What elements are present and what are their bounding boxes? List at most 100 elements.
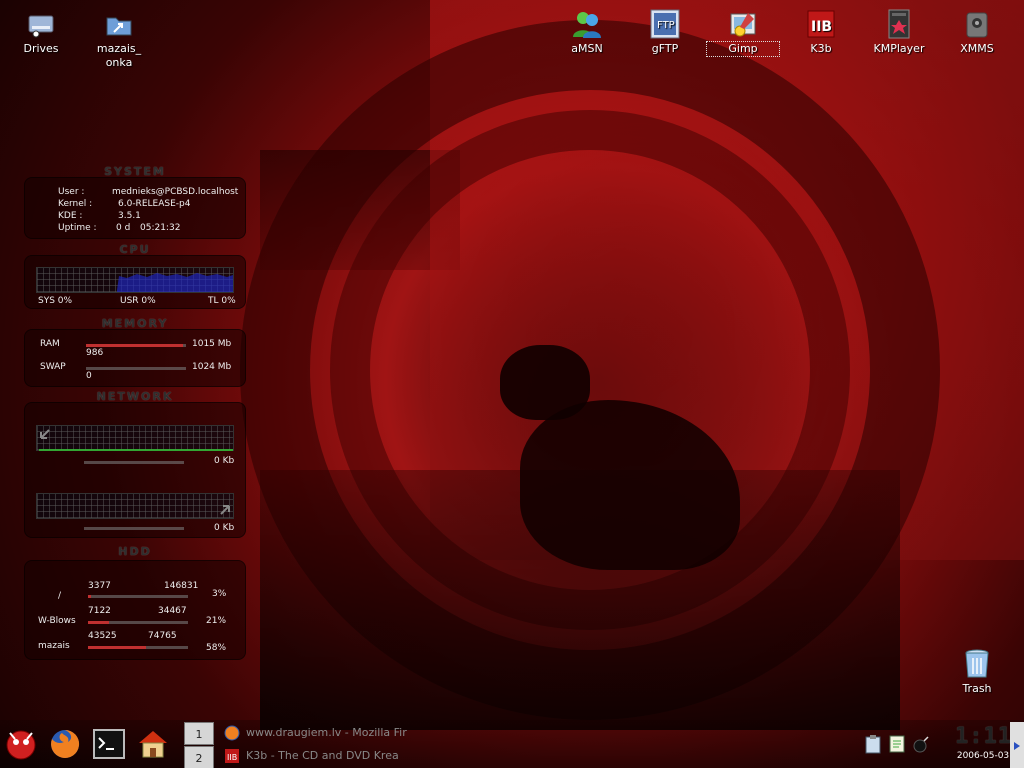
cpu-graph bbox=[36, 267, 234, 293]
virtual-desktop-1[interactable]: 1 bbox=[184, 722, 214, 745]
uptime-label: Uptime : bbox=[58, 223, 97, 233]
cpu-tl: TL 0% bbox=[208, 296, 236, 306]
swap-bar bbox=[86, 367, 186, 370]
disk-root-bar bbox=[88, 595, 188, 598]
disk-mazais-bar-fill bbox=[88, 646, 146, 649]
disk-mazais-pct: 58% bbox=[206, 643, 227, 653]
bsd-daemon-icon bbox=[4, 727, 38, 764]
svg-text:IIB: IIB bbox=[227, 753, 237, 762]
disk-root-name: / bbox=[58, 591, 62, 601]
desktop-icon-k3b[interactable]: IIB K3b bbox=[785, 8, 857, 56]
terminal-icon bbox=[93, 728, 125, 762]
drive-icon bbox=[25, 8, 57, 40]
desktop-icon-label: Trash bbox=[962, 682, 992, 695]
user-value: mednieks@PCBSD.localhost bbox=[112, 187, 239, 197]
disk-wblows-free: 34467 bbox=[158, 606, 187, 616]
panel-title-hdd: HDD bbox=[118, 545, 152, 558]
system-monitor-widget: SYSTEM User : mednieks@PCBSD.localhost K… bbox=[24, 165, 246, 665]
disk-root-bar-fill bbox=[88, 595, 91, 598]
terminal-launcher[interactable] bbox=[92, 728, 126, 762]
disk-root-used: 3377 bbox=[88, 581, 111, 591]
ram-bar-fill bbox=[86, 344, 183, 347]
tray-bomb[interactable] bbox=[910, 734, 932, 756]
kernel-value: 6.0-RELEASE-p4 bbox=[118, 199, 191, 209]
desktop-icon-mazais[interactable]: mazais_ onka bbox=[83, 8, 155, 70]
clipboard-icon bbox=[863, 734, 883, 757]
desktop-icon-kmplayer[interactable]: KMPlayer bbox=[863, 8, 935, 56]
disk-mazais-bar bbox=[88, 646, 188, 649]
desktop-icon-label: gFTP bbox=[651, 42, 679, 55]
disk-mazais-used: 43525 bbox=[88, 631, 117, 641]
network-in-graph bbox=[36, 425, 234, 451]
disk-root-free: 146831 bbox=[164, 581, 199, 591]
k3b-icon: IIB bbox=[805, 8, 837, 40]
arrow-right-icon bbox=[1010, 742, 1024, 768]
panel-hide-button[interactable] bbox=[1010, 722, 1024, 768]
bomb-icon bbox=[911, 734, 931, 757]
network-out-bar bbox=[84, 527, 184, 530]
desktop-icon-label: Drives bbox=[23, 42, 59, 55]
desktop-icon-label: KMPlayer bbox=[873, 42, 925, 55]
home-icon bbox=[137, 729, 169, 762]
desktop-icon-amsn[interactable]: aMSN bbox=[551, 8, 623, 56]
clock-date: 2006-05-03 bbox=[956, 751, 1010, 761]
ram-bar bbox=[86, 344, 186, 347]
disk-wblows-pct: 21% bbox=[206, 616, 227, 626]
folder-link-icon bbox=[103, 8, 135, 40]
cpu-sys: SYS 0% bbox=[38, 296, 73, 306]
desktop-icon-gftp[interactable]: FTP gFTP bbox=[629, 8, 701, 56]
disk-root-pct: 3% bbox=[212, 589, 227, 599]
desktop-icon-label: K3b bbox=[810, 42, 832, 55]
kde-value: 3.5.1 bbox=[118, 211, 141, 221]
desktop-icon-xmms[interactable]: XMMS bbox=[941, 8, 1013, 56]
desktop-icon-label: Gimp bbox=[706, 41, 780, 57]
network-in-bar bbox=[84, 461, 184, 464]
desktop-icon-label: mazais_ onka bbox=[96, 42, 142, 69]
firefox-icon bbox=[224, 725, 240, 741]
disk-wblows-bar bbox=[88, 621, 188, 624]
task-firefox[interactable]: www.draugiem.lv - Mozilla Fir bbox=[224, 722, 424, 744]
tray-klipper[interactable] bbox=[862, 734, 884, 756]
kmplayer-icon bbox=[883, 8, 915, 40]
clock[interactable]: 1:11 2006-05-03 bbox=[955, 724, 1011, 761]
uptime-time: 05:21:32 bbox=[140, 223, 181, 233]
xmms-icon bbox=[961, 8, 993, 40]
uptime-days: 0 d bbox=[116, 223, 131, 233]
desktop-icon-drives[interactable]: Drives bbox=[5, 8, 77, 56]
kde-label: KDE : bbox=[58, 211, 83, 221]
firefox-icon bbox=[49, 728, 81, 763]
network-out-graph bbox=[36, 493, 234, 519]
ram-label: RAM bbox=[40, 339, 60, 349]
task-k3b[interactable]: IIB K3b - The CD and DVD Krea bbox=[224, 745, 424, 767]
network-out-value: 0 Kb bbox=[214, 523, 235, 533]
desktop-icon-trash[interactable]: Trash bbox=[941, 648, 1013, 696]
desktop-icon-label: XMMS bbox=[960, 42, 994, 55]
task-label: K3b - The CD and DVD Krea bbox=[246, 749, 399, 762]
trash-icon bbox=[961, 648, 993, 680]
gimp-icon bbox=[727, 8, 759, 40]
firefox-launcher[interactable] bbox=[48, 728, 82, 762]
svg-text:IIB: IIB bbox=[811, 19, 832, 35]
user-label: User : bbox=[58, 187, 85, 197]
home-launcher[interactable] bbox=[136, 728, 170, 762]
ram-used: 986 bbox=[86, 348, 104, 358]
cpu-usr: USR 0% bbox=[120, 296, 156, 306]
disk-mazais-free: 74765 bbox=[148, 631, 177, 641]
task-label: www.draugiem.lv - Mozilla Fir bbox=[246, 726, 407, 739]
swap-used: 0 bbox=[86, 371, 92, 381]
disk-wblows-name: W-Blows bbox=[38, 616, 76, 626]
pcbsd-menu-button[interactable] bbox=[4, 728, 38, 762]
tray-notes[interactable] bbox=[886, 734, 908, 756]
kernel-label: Kernel : bbox=[58, 199, 93, 209]
disk-mazais-name: mazais bbox=[38, 641, 70, 651]
virtual-desktop-2[interactable]: 2 bbox=[184, 746, 214, 768]
amsn-icon bbox=[571, 8, 603, 40]
swap-label: SWAP bbox=[40, 362, 66, 372]
svg-text:FTP: FTP bbox=[657, 20, 675, 31]
disk-wblows-used: 7122 bbox=[88, 606, 111, 616]
notes-icon bbox=[887, 734, 907, 757]
desktop-icon-gimp[interactable]: Gimp bbox=[706, 8, 780, 57]
desktop-icon-label: aMSN bbox=[571, 42, 603, 55]
swap-total: 1024 Mb bbox=[192, 362, 232, 372]
disk-wblows-bar-fill bbox=[88, 621, 109, 624]
